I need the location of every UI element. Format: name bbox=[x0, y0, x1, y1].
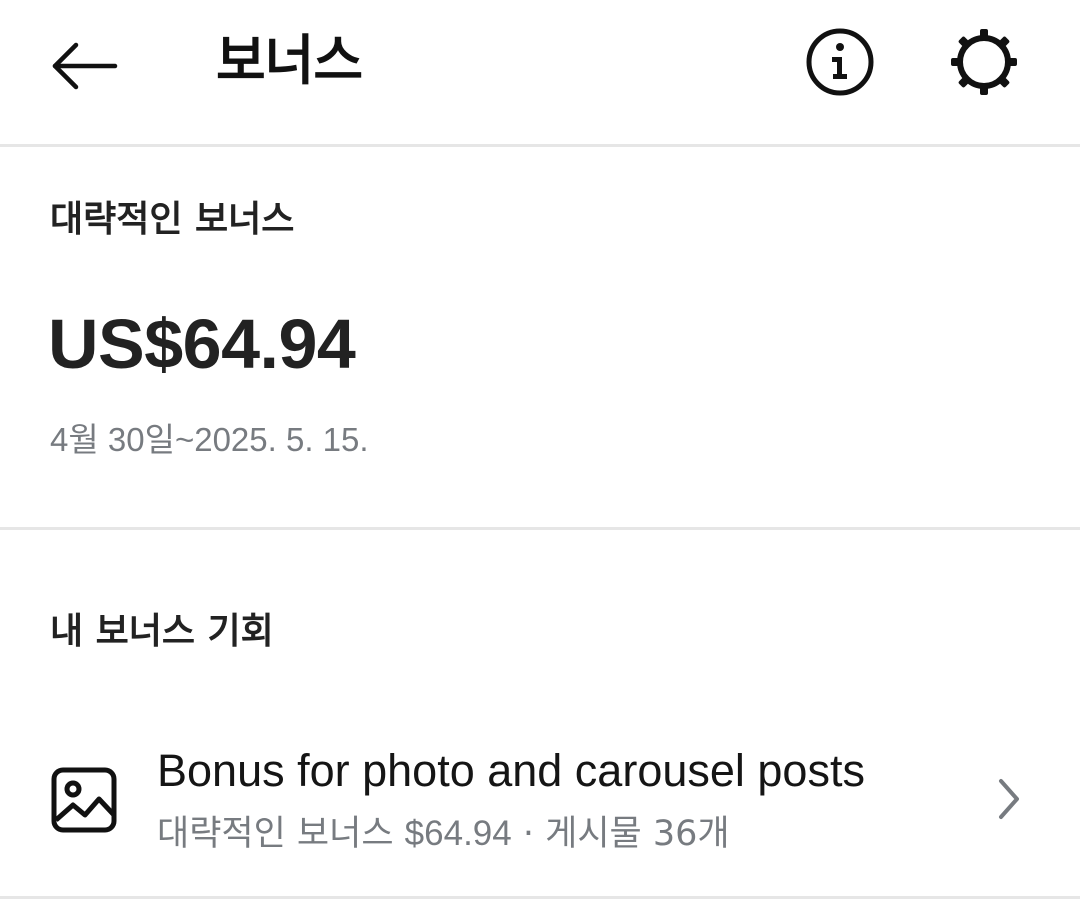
summary-divider bbox=[0, 527, 1080, 530]
subtitle-separator: · bbox=[522, 814, 535, 854]
gear-icon bbox=[948, 26, 1020, 102]
info-circle-icon bbox=[804, 26, 876, 102]
settings-button[interactable] bbox=[942, 22, 1026, 106]
opportunity-subtitle-label: 대략적인 보너스 bbox=[157, 814, 394, 854]
estimated-bonus-amount: US$64.94 bbox=[48, 305, 356, 383]
opportunity-post-count: 게시물 36개 bbox=[545, 814, 730, 854]
list-item-photo-carousel-bonus[interactable]: Bonus for photo and carousel posts 대략적인 … bbox=[0, 722, 1080, 892]
top-app-bar: 보너스 bbox=[0, 0, 1080, 145]
estimated-bonus-label: 대략적인 보너스 bbox=[50, 199, 295, 240]
page-title: 보너스 bbox=[216, 29, 363, 92]
arrow-left-icon bbox=[49, 41, 119, 95]
bonus-period: 4월 30일~2025. 5. 15. bbox=[50, 421, 369, 458]
opportunity-subtitle-amount: $64.94 bbox=[404, 814, 512, 853]
header-divider bbox=[0, 144, 1080, 147]
list-divider bbox=[0, 896, 1080, 899]
opportunity-title: Bonus for photo and carousel posts bbox=[157, 745, 865, 796]
chevron-right-icon bbox=[988, 774, 1028, 824]
info-button[interactable] bbox=[798, 22, 882, 106]
back-button[interactable] bbox=[40, 28, 128, 108]
section-title-my-opportunities: 내 보너스 기회 bbox=[50, 611, 274, 652]
bonus-page: 보너스 대략적인 보너스 US$64.94 4월 30일~2025. 5. 15… bbox=[0, 0, 1080, 908]
image-icon bbox=[44, 760, 124, 840]
opportunity-subtitle: 대략적인 보너스 $64.94 · 게시물 36개 bbox=[157, 810, 730, 858]
